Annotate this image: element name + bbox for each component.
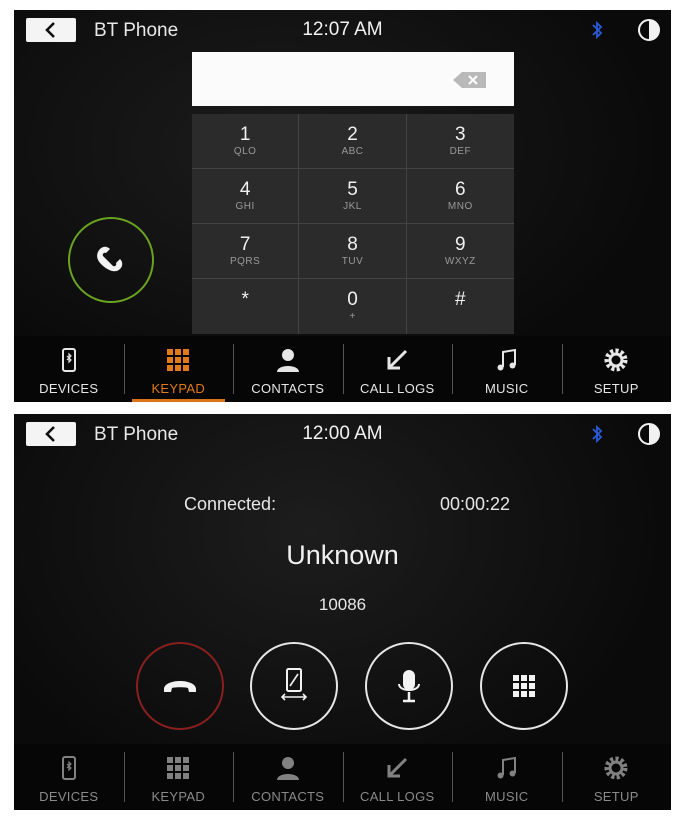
nav-keypad[interactable]: KEYPAD [123, 336, 234, 402]
nav-label: KEYPAD [151, 789, 206, 804]
key-star[interactable]: * [192, 279, 300, 334]
caller-number: 10086 [318, 595, 367, 614]
keypad-grid-icon [513, 675, 535, 697]
bluetooth-icon [592, 424, 603, 444]
bluetooth-icon [592, 20, 603, 40]
nav-label: MUSIC [485, 381, 529, 396]
key-letters: PQRS [229, 255, 261, 267]
contact-person-icon [276, 757, 299, 780]
call-duration: 00:00:22 [440, 494, 511, 514]
clock: 12:07 AM [302, 19, 383, 40]
music-note-icon [497, 756, 516, 779]
keypad-grid-icon [167, 757, 190, 779]
keypad-screen: BT Phone 12:07 AM 1 QLO 2 ABC 3 DEF 4 GHI 5J… [14, 10, 671, 402]
nav-call-logs[interactable]: CALL LOGS [342, 744, 453, 810]
key-digit: 3 [455, 123, 466, 145]
key-letters: JKL [343, 200, 362, 212]
microphone-icon [398, 670, 420, 703]
key-1[interactable]: 1 QLO [192, 114, 300, 169]
key-digit: * [241, 289, 249, 310]
caller-name: Unknown [286, 540, 399, 570]
brightness-icon[interactable] [637, 422, 661, 446]
backspace-icon[interactable] [452, 71, 488, 89]
nav-label: CALL LOGS [360, 789, 435, 804]
key-letters: MNO [447, 200, 473, 212]
key-letters: TUV [341, 255, 364, 267]
phone-device-icon [61, 756, 76, 780]
key-digit: 5 [347, 178, 358, 200]
key-6[interactable]: 6 MNO [406, 169, 514, 224]
nav-music[interactable]: MUSIC [452, 744, 562, 810]
dial-number-field[interactable] [192, 52, 514, 106]
key-digit: 2 [347, 123, 358, 145]
nav-music[interactable]: MUSIC [452, 336, 562, 402]
key-letters: QLO [233, 145, 257, 157]
key-letters: + [349, 311, 356, 322]
nav-setup[interactable]: SETUP [561, 336, 672, 402]
key-digit: 1 [239, 123, 251, 145]
active-call-screen: BT Phone 12:00 AM Connected: 00:00:22 Un… [14, 414, 671, 810]
key-2[interactable]: 2 ABC [299, 114, 407, 169]
key-letters: ABC [341, 145, 364, 157]
nav-label: SETUP [593, 381, 639, 396]
key-5[interactable]: 5 JKL [299, 169, 407, 224]
key-digit: # [455, 289, 466, 310]
contact-person-icon [276, 349, 299, 372]
end-call-icon [164, 681, 196, 692]
end-call-button[interactable] [136, 642, 224, 730]
key-0[interactable]: 0 + [299, 279, 407, 334]
key-digit: 8 [347, 233, 358, 255]
key-3[interactable]: 3 DEF [406, 114, 514, 169]
call-log-arrow-icon [387, 349, 408, 370]
phone-device-icon [61, 348, 76, 372]
dial-keypad: 1 QLO 2 ABC 3 DEF 4 GHI 5 JKL 6 MNO 7 PQRS 8 TUV… [192, 114, 514, 334]
key-digit: 6 [455, 178, 466, 200]
key-4[interactable]: 4 GHI [192, 169, 300, 224]
nav-setup[interactable]: SETUP [561, 744, 672, 810]
nav-devices[interactable]: DEVICES [14, 744, 124, 810]
transfer-to-phone-icon [280, 668, 308, 701]
brightness-icon[interactable] [637, 18, 661, 42]
bottom-navigation: DEVICES KEYPAD CONTACTS CALL LOGS MUSIC … [14, 744, 671, 810]
phone-handset-icon [97, 246, 123, 272]
key-digit: 9 [455, 233, 466, 255]
nav-label: DEVICES [39, 381, 99, 396]
key-letters: GHI [235, 200, 255, 212]
gear-icon [604, 348, 628, 372]
call-log-arrow-icon [387, 757, 408, 778]
key-7[interactable]: 7 PQRS [192, 224, 300, 279]
transfer-audio-button[interactable] [250, 642, 338, 730]
gear-icon [604, 756, 628, 780]
music-note-icon [497, 348, 516, 371]
nav-label: MUSIC [485, 789, 529, 804]
nav-devices[interactable]: DEVICES [14, 336, 124, 402]
clock: 12:00 AM [302, 423, 383, 444]
nav-label: CALL LOGS [360, 381, 435, 396]
mute-microphone-button[interactable] [365, 642, 453, 730]
nav-call-logs[interactable]: CALL LOGS [342, 336, 453, 402]
key-digit: 7 [239, 233, 251, 255]
show-keypad-button[interactable] [480, 642, 568, 730]
key-digit: 4 [239, 178, 251, 200]
nav-label: CONTACTS [251, 789, 325, 804]
key-letters: DEF [449, 145, 472, 157]
call-button[interactable] [68, 217, 154, 303]
nav-label: KEYPAD [151, 381, 206, 396]
nav-contacts[interactable]: CONTACTS [233, 744, 343, 810]
nav-keypad[interactable]: KEYPAD [123, 744, 234, 810]
bottom-navigation: DEVICES KEYPAD CONTACTS CALL LOGS MUSIC … [14, 336, 671, 402]
key-hash[interactable]: # [407, 279, 514, 334]
nav-label: DEVICES [39, 789, 99, 804]
key-8[interactable]: 8 TUV [299, 224, 407, 279]
key-letters: WXYZ [444, 255, 476, 267]
nav-label: CONTACTS [251, 381, 325, 396]
nav-contacts[interactable]: CONTACTS [233, 336, 343, 402]
keypad-grid-icon [167, 349, 190, 371]
key-digit: 0 [347, 289, 358, 310]
key-9[interactable]: 9 WXYZ [406, 224, 514, 279]
nav-label: SETUP [593, 789, 639, 804]
call-status-label: Connected: [184, 494, 277, 514]
